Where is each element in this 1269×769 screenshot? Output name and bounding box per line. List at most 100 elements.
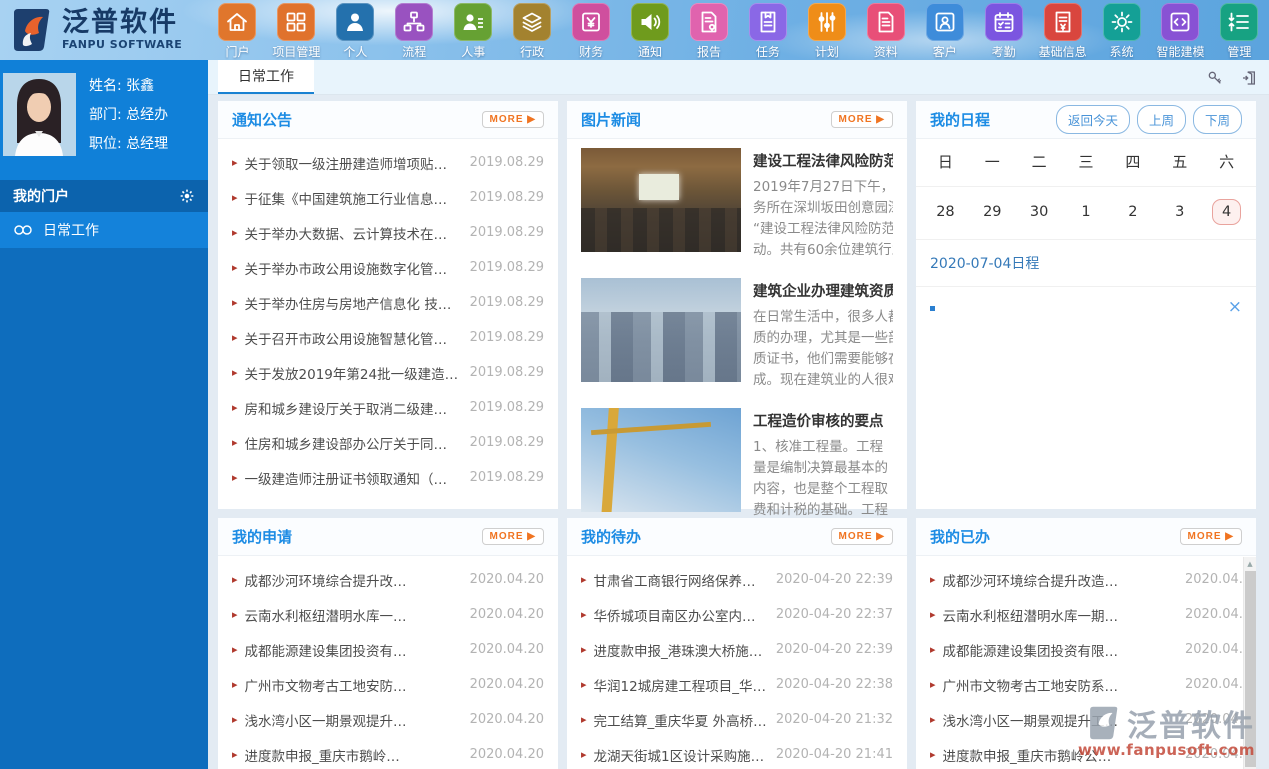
list-item[interactable]: ▸华侨城项目南区办公室内装…2020-04-20 22:37 <box>567 597 907 632</box>
scrollbar-thumb[interactable] <box>1245 571 1256 767</box>
item-title: 进度款申报_港珠澳大桥施… <box>594 640 769 660</box>
list-item[interactable]: ▸成都沙河环境综合提升改…2020.04.20 <box>218 562 558 597</box>
weekday-label: 五 <box>1156 151 1203 172</box>
item-date: 2019.08.29 <box>470 400 544 415</box>
list-item[interactable]: ▸浅水湾小区一期景观提升工…2020.04.20 <box>916 702 1256 737</box>
next-week-button[interactable]: 下周 <box>1193 105 1242 134</box>
nav-item-10[interactable]: 任务 <box>738 3 797 60</box>
today-button[interactable]: 返回今天 <box>1056 105 1130 134</box>
nav-item-3[interactable]: 个人 <box>326 3 385 60</box>
nav-item-5[interactable]: 人事 <box>444 3 503 60</box>
list-item[interactable]: ▸住房和城乡建设部办公厅关于同…2019.08.29 <box>218 425 558 460</box>
construction-crane-photo <box>581 408 741 512</box>
sliders-icon <box>808 3 846 41</box>
bullet-icon: ▸ <box>232 366 238 379</box>
person-icon <box>336 3 374 41</box>
list-item[interactable]: ▸进度款申报_港珠澳大桥施…2020-04-20 22:39 <box>567 632 907 667</box>
calendar-date[interactable]: 28 <box>927 200 963 224</box>
list-item[interactable]: ▸完工结算_重庆华夏 外高桥…2020-04-20 21:32 <box>567 702 907 737</box>
sidebar-item-daily-work[interactable]: 日常工作 <box>0 212 208 248</box>
list-item[interactable]: ▸成都能源建设集团投资有…2020.04.20 <box>218 632 558 667</box>
list-item[interactable]: ▸华润12城房建工程项目_华…2020-04-20 22:38 <box>567 667 907 702</box>
bullet-icon: ▸ <box>581 748 587 761</box>
more-button[interactable]: MORE ▶ <box>831 528 893 545</box>
item-title: 广州市文物考古工地安防… <box>245 675 463 695</box>
nav-item-15[interactable]: 基础信息 <box>1033 3 1092 60</box>
key-icon[interactable] <box>1207 70 1223 86</box>
list-item[interactable]: ▸关于召开市政公用设施智慧化管…2019.08.29 <box>218 320 558 355</box>
bullet-icon: ▸ <box>232 643 238 656</box>
list-item[interactable]: ▸房和城乡建设厅关于取消二级建…2019.08.29 <box>218 390 558 425</box>
news-text: 工程造价审核的要点1、核准工程量。工程量是编制决算最基本的内容，也是整个工程取费… <box>753 408 893 521</box>
more-button[interactable]: MORE ▶ <box>831 111 893 128</box>
item-title: 浅水湾小区一期景观提升… <box>245 710 463 730</box>
list-item[interactable]: ▸关于领取一级注册建造师增项贴…2019.08.29 <box>218 145 558 180</box>
nav-item-4[interactable]: 流程 <box>385 3 444 60</box>
calendar-date[interactable]: 1 <box>1072 200 1099 224</box>
nav-item-18[interactable]: 管理 <box>1210 3 1269 60</box>
more-button[interactable]: MORE ▶ <box>482 528 544 545</box>
list-item[interactable]: ▸成都能源建设集团投资有限…2020.04.20 <box>916 632 1256 667</box>
item-date: 2019.08.29 <box>470 260 544 275</box>
list-item[interactable]: ▸龙湖天街城1区设计采购施…2020-04-20 21:41 <box>567 737 907 769</box>
list-item[interactable]: ▸广州市文物考古工地安防系…2020.04.20 <box>916 667 1256 702</box>
weekday-label: 六 <box>1203 151 1250 172</box>
tab-daily-work[interactable]: 日常工作 <box>218 60 314 94</box>
news-item[interactable]: 工程造价审核的要点1、核准工程量。工程量是编制决算最基本的内容，也是整个工程取费… <box>567 399 907 529</box>
list-item[interactable]: ▸云南水利枢纽潜明水库一…2020.04.20 <box>218 597 558 632</box>
more-button[interactable]: MORE ▶ <box>1180 528 1242 545</box>
bullet-icon: ▸ <box>581 608 587 621</box>
nav-item-16[interactable]: 系统 <box>1092 3 1151 60</box>
bullet-icon: ▸ <box>232 156 238 169</box>
manage-list-icon <box>1220 3 1258 41</box>
calendar-cell: 28 <box>922 200 969 224</box>
item-date: 2019.08.29 <box>470 365 544 380</box>
bullet-icon: ▸ <box>930 748 936 761</box>
nav-item-11[interactable]: 计划 <box>797 3 856 60</box>
scrollbar[interactable]: ▲ <box>1243 557 1256 769</box>
gear-icon[interactable] <box>179 188 195 204</box>
list-item[interactable]: ▸一级建造师注册证书领取通知（…2019.08.29 <box>218 460 558 495</box>
calendar-date[interactable]: 3 <box>1166 200 1193 224</box>
list-item[interactable]: ▸关于举办大数据、云计算技术在…2019.08.29 <box>218 215 558 250</box>
nav-item-12[interactable]: 资料 <box>856 3 915 60</box>
nav-item-13[interactable]: 客户 <box>915 3 974 60</box>
panel-notices: 通知公告 MORE ▶ ▸关于领取一级注册建造师增项贴…2019.08.29▸于… <box>218 101 558 509</box>
list-item[interactable]: ▸成都沙河环境综合提升改造…2020.04.20 <box>916 562 1256 597</box>
nav-item-label: 人事 <box>444 43 503 60</box>
list-item[interactable]: ▸于征集《中国建筑施工行业信息…2019.08.29 <box>218 180 558 215</box>
list-item[interactable]: ▸关于举办住房与房地产信息化 技…2019.08.29 <box>218 285 558 320</box>
list-item[interactable]: ▸进度款申报_重庆市鹅岭…2020.04.20 <box>218 737 558 769</box>
list-item[interactable]: ▸云南水利枢纽潜明水库一期…2020.04.20 <box>916 597 1256 632</box>
exit-icon[interactable] <box>1241 70 1257 86</box>
item-title: 华润12城房建工程项目_华… <box>594 675 769 695</box>
list-item[interactable]: ▸进度款申报_重庆市鹅岭公…2020.04.20 <box>916 737 1256 769</box>
nav-item-6[interactable]: 行政 <box>503 3 562 60</box>
calendar-date-selected[interactable]: 4 <box>1212 199 1241 225</box>
nav-item-7[interactable]: 财务 <box>562 3 621 60</box>
bullet-icon: ▸ <box>581 678 587 691</box>
calendar-date[interactable]: 29 <box>974 200 1010 224</box>
more-button[interactable]: MORE ▶ <box>482 111 544 128</box>
user-info: 姓名: 张鑫 部门: 总经办 职位: 总经理 <box>89 73 168 166</box>
list-item[interactable]: ▸广州市文物考古工地安防…2020.04.20 <box>218 667 558 702</box>
nav-item-8[interactable]: 通知 <box>621 3 680 60</box>
nav-item-1[interactable]: 门户 <box>208 3 267 60</box>
prev-week-button[interactable]: 上周 <box>1137 105 1186 134</box>
news-item[interactable]: 建设工程法律风险防范，建设2019年7月27日下午，土筑务所在深圳坂田创意园深圳… <box>567 139 907 269</box>
nav-item-14[interactable]: 考勤 <box>974 3 1033 60</box>
nav-item-2[interactable]: 项目管理 <box>267 3 326 60</box>
bullet-icon: ▸ <box>930 713 936 726</box>
list-item[interactable]: ▸关于举办市政公用设施数字化管…2019.08.29 <box>218 250 558 285</box>
calendar-date[interactable]: 30 <box>1021 200 1057 224</box>
list-item[interactable]: ▸甘肃省工商银行网络保养项…2020-04-20 22:39 <box>567 562 907 597</box>
list-item[interactable]: ▸浅水湾小区一期景观提升…2020.04.20 <box>218 702 558 737</box>
scroll-up-icon[interactable]: ▲ <box>1244 557 1256 570</box>
news-item[interactable]: 建筑企业办理建筑资质需要在日常生活中，很多人都质的办理，尤其是一些部门质证书，他… <box>567 269 907 399</box>
close-icon[interactable]: × <box>1228 299 1242 316</box>
nav-item-9[interactable]: 报告 <box>680 3 739 60</box>
calendar-date[interactable]: 2 <box>1119 200 1146 224</box>
list-item[interactable]: ▸关于发放2019年第24批一级建造…2019.08.29 <box>218 355 558 390</box>
nav-item-17[interactable]: 智能建模 <box>1151 3 1210 60</box>
nav-item-label: 个人 <box>326 43 385 60</box>
